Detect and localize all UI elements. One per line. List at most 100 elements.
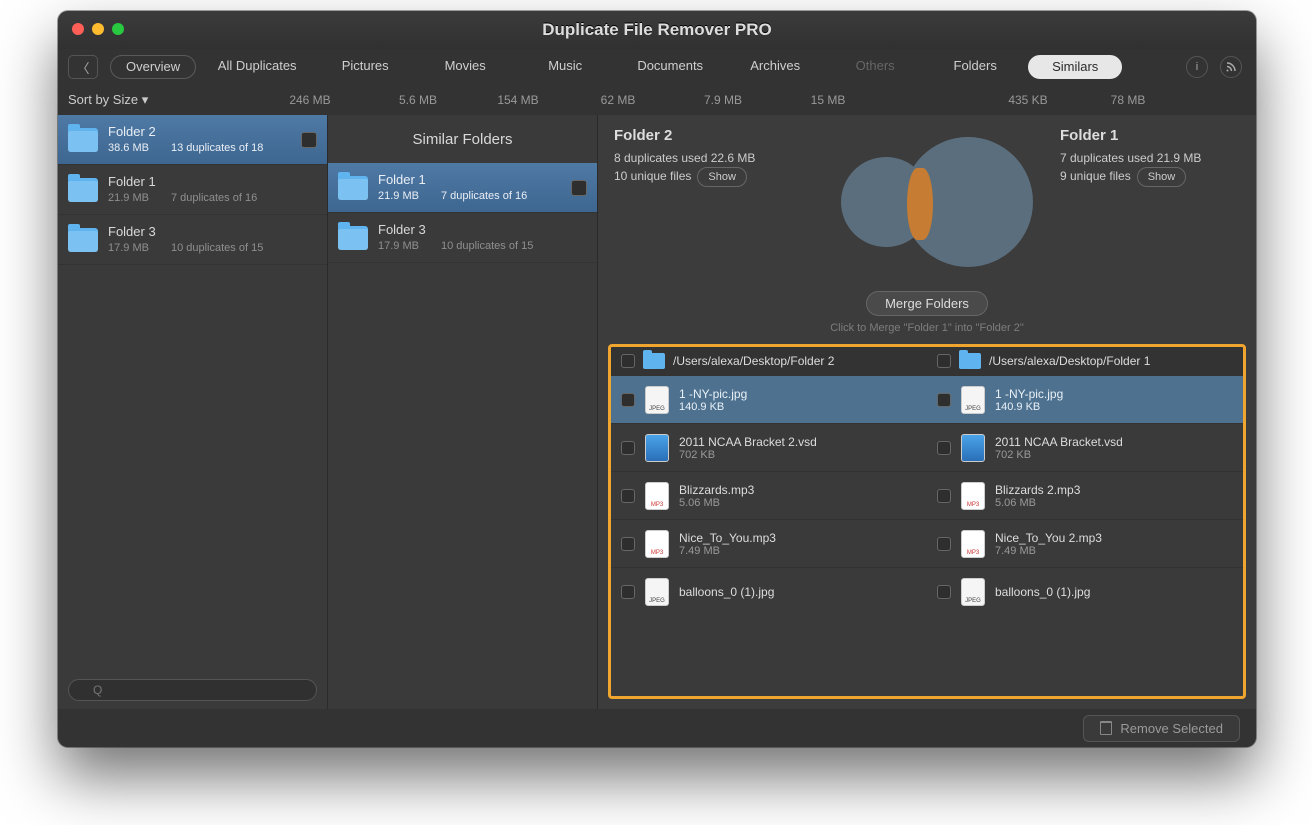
compare-left-line2: 10 unique files <box>614 169 691 183</box>
remove-selected-button[interactable]: Remove Selected <box>1083 715 1240 742</box>
file-thumb-icon <box>961 434 985 462</box>
file-checkbox[interactable] <box>937 393 951 407</box>
folder-checkbox[interactable] <box>301 132 317 148</box>
close-window-button[interactable] <box>72 23 84 35</box>
file-compare-row[interactable]: Blizzards.mp35.06 MBBlizzards 2.mp35.06 … <box>611 471 1243 519</box>
file-checkbox[interactable] <box>621 393 635 407</box>
folder-item[interactable]: Folder 121.9 MB7 duplicates of 16 <box>328 163 597 213</box>
file-name: 2011 NCAA Bracket.vsd <box>995 435 1123 449</box>
file-thumb-icon <box>645 482 669 510</box>
tab-similars[interactable]: Similars <box>1028 55 1122 79</box>
file-checkbox[interactable] <box>937 441 951 455</box>
feed-button[interactable] <box>1220 56 1242 78</box>
minimize-window-button[interactable] <box>92 23 104 35</box>
file-size: 5.06 MB <box>995 497 1080 509</box>
file-checkbox[interactable] <box>621 441 635 455</box>
file-name: 2011 NCAA Bracket 2.vsd <box>679 435 817 449</box>
file-name: 1 -NY-pic.jpg <box>679 387 747 401</box>
select-all-left-checkbox[interactable] <box>621 354 635 368</box>
tab-size-label: 5.6 MB <box>368 93 468 107</box>
folder-dup-info: 10 duplicates of 15 <box>441 238 533 254</box>
file-thumb-icon <box>961 578 985 606</box>
venn-diagram <box>806 127 1048 277</box>
right-folder-path: /Users/alexa/Desktop/Folder 1 <box>989 354 1150 368</box>
folder-name: Folder 1 <box>378 172 561 188</box>
file-checkbox[interactable] <box>937 489 951 503</box>
file-name: Nice_To_You.mp3 <box>679 531 776 545</box>
compare-right-line2: 9 unique files <box>1060 169 1131 183</box>
merge-bar: Merge Folders Click to Merge "Folder 1" … <box>598 285 1256 344</box>
folder-checkbox[interactable] <box>571 180 587 196</box>
tab-archives[interactable]: Archives <box>728 55 822 79</box>
folder-item[interactable]: Folder 317.9 MB10 duplicates of 15 <box>328 213 597 263</box>
folder-size: 21.9 MB <box>108 190 149 206</box>
file-checkbox[interactable] <box>621 585 635 599</box>
folder-dup-info: 7 duplicates of 16 <box>171 190 257 206</box>
select-all-right-checkbox[interactable] <box>937 354 951 368</box>
folder-name: Folder 2 <box>108 124 291 140</box>
file-thumb-icon <box>645 434 669 462</box>
file-compare-row[interactable]: 1 -NY-pic.jpg140.9 KB1 -NY-pic.jpg140.9 … <box>611 375 1243 423</box>
venn-overlap <box>907 168 933 240</box>
similar-folders-panel: Similar Folders Folder 121.9 MB7 duplica… <box>328 115 598 709</box>
back-button[interactable]: 〈 <box>68 55 98 79</box>
file-checkbox[interactable] <box>937 585 951 599</box>
folder-comparison-header: Folder 2 8 duplicates used 22.6 MB 10 un… <box>598 115 1256 285</box>
size-bar: Sort by Size ▾ 246 MB5.6 MB154 MB62 MB7.… <box>58 85 1256 115</box>
titlebar: Duplicate File Remover PRO <box>58 11 1256 49</box>
merge-folders-button[interactable]: Merge Folders <box>866 291 988 316</box>
tab-movies[interactable]: Movies <box>418 55 512 79</box>
file-checkbox[interactable] <box>937 537 951 551</box>
compare-right-title: Folder 1 <box>1060 127 1240 145</box>
file-name: balloons_0 (1).jpg <box>679 585 774 599</box>
file-thumb-icon <box>645 578 669 606</box>
folder-item[interactable]: Folder 317.9 MB10 duplicates of 15 <box>58 215 327 265</box>
tab-size-label: 7.9 MB <box>668 93 778 107</box>
toolbar: 〈 OverviewAll DuplicatesPicturesMoviesMu… <box>58 49 1256 85</box>
file-size: 140.9 KB <box>679 401 747 413</box>
file-size: 7.49 MB <box>995 545 1102 557</box>
tab-pictures[interactable]: Pictures <box>318 55 412 79</box>
tab-size-label <box>878 93 978 107</box>
folder-icon <box>68 178 98 202</box>
tab-size-label: 15 MB <box>778 93 878 107</box>
remove-selected-label: Remove Selected <box>1120 721 1223 736</box>
content-area: Folder 238.6 MB13 duplicates of 18Folder… <box>58 115 1256 709</box>
file-size: 702 KB <box>679 449 817 461</box>
tab-all-duplicates[interactable]: All Duplicates <box>202 55 312 79</box>
folder-dup-info: 7 duplicates of 16 <box>441 188 527 204</box>
info-button[interactable]: i <box>1186 56 1208 78</box>
trash-icon <box>1100 721 1112 735</box>
show-left-unique-button[interactable]: Show <box>697 167 747 187</box>
compare-right-info: Folder 1 7 duplicates used 21.9 MB 9 uni… <box>1060 127 1240 187</box>
sort-button[interactable]: Sort by Size ▾ <box>68 92 252 108</box>
file-size: 7.49 MB <box>679 545 776 557</box>
file-checkbox[interactable] <box>621 537 635 551</box>
tab-overview[interactable]: Overview <box>110 55 196 79</box>
file-name: Blizzards.mp3 <box>679 483 754 497</box>
chevron-left-icon: 〈 <box>76 58 89 77</box>
traffic-lights <box>72 23 124 35</box>
tab-others[interactable]: Others <box>828 55 922 79</box>
file-size: 140.9 KB <box>995 401 1063 413</box>
zoom-window-button[interactable] <box>112 23 124 35</box>
tab-documents[interactable]: Documents <box>618 55 722 79</box>
file-compare-row[interactable]: 2011 NCAA Bracket 2.vsd702 KB 2011 NCAA B… <box>611 423 1243 471</box>
tab-folders[interactable]: Folders <box>928 55 1022 79</box>
file-name: balloons_0 (1).jpg <box>995 585 1090 599</box>
folder-item[interactable]: Folder 121.9 MB7 duplicates of 16 <box>58 165 327 215</box>
folder-item[interactable]: Folder 238.6 MB13 duplicates of 18 <box>58 115 327 165</box>
file-compare-row[interactable]: balloons_0 (1).jpg balloons_0 (1).jpg <box>611 567 1243 615</box>
show-right-unique-button[interactable]: Show <box>1137 167 1187 187</box>
similar-folders-list: Folder 121.9 MB7 duplicates of 16Folder … <box>328 163 597 263</box>
file-checkbox[interactable] <box>621 489 635 503</box>
compare-right-line1: 7 duplicates used 21.9 MB <box>1060 149 1240 167</box>
file-compare-row[interactable]: Nice_To_You.mp37.49 MBNice_To_You 2.mp37… <box>611 519 1243 567</box>
tab-music[interactable]: Music <box>518 55 612 79</box>
file-name: Nice_To_You 2.mp3 <box>995 531 1102 545</box>
footer: Remove Selected <box>58 709 1256 747</box>
sidebar: Folder 238.6 MB13 duplicates of 18Folder… <box>58 115 328 709</box>
folder-size: 17.9 MB <box>378 238 419 254</box>
search-input[interactable] <box>68 679 317 701</box>
folder-dup-info: 13 duplicates of 18 <box>171 140 263 156</box>
